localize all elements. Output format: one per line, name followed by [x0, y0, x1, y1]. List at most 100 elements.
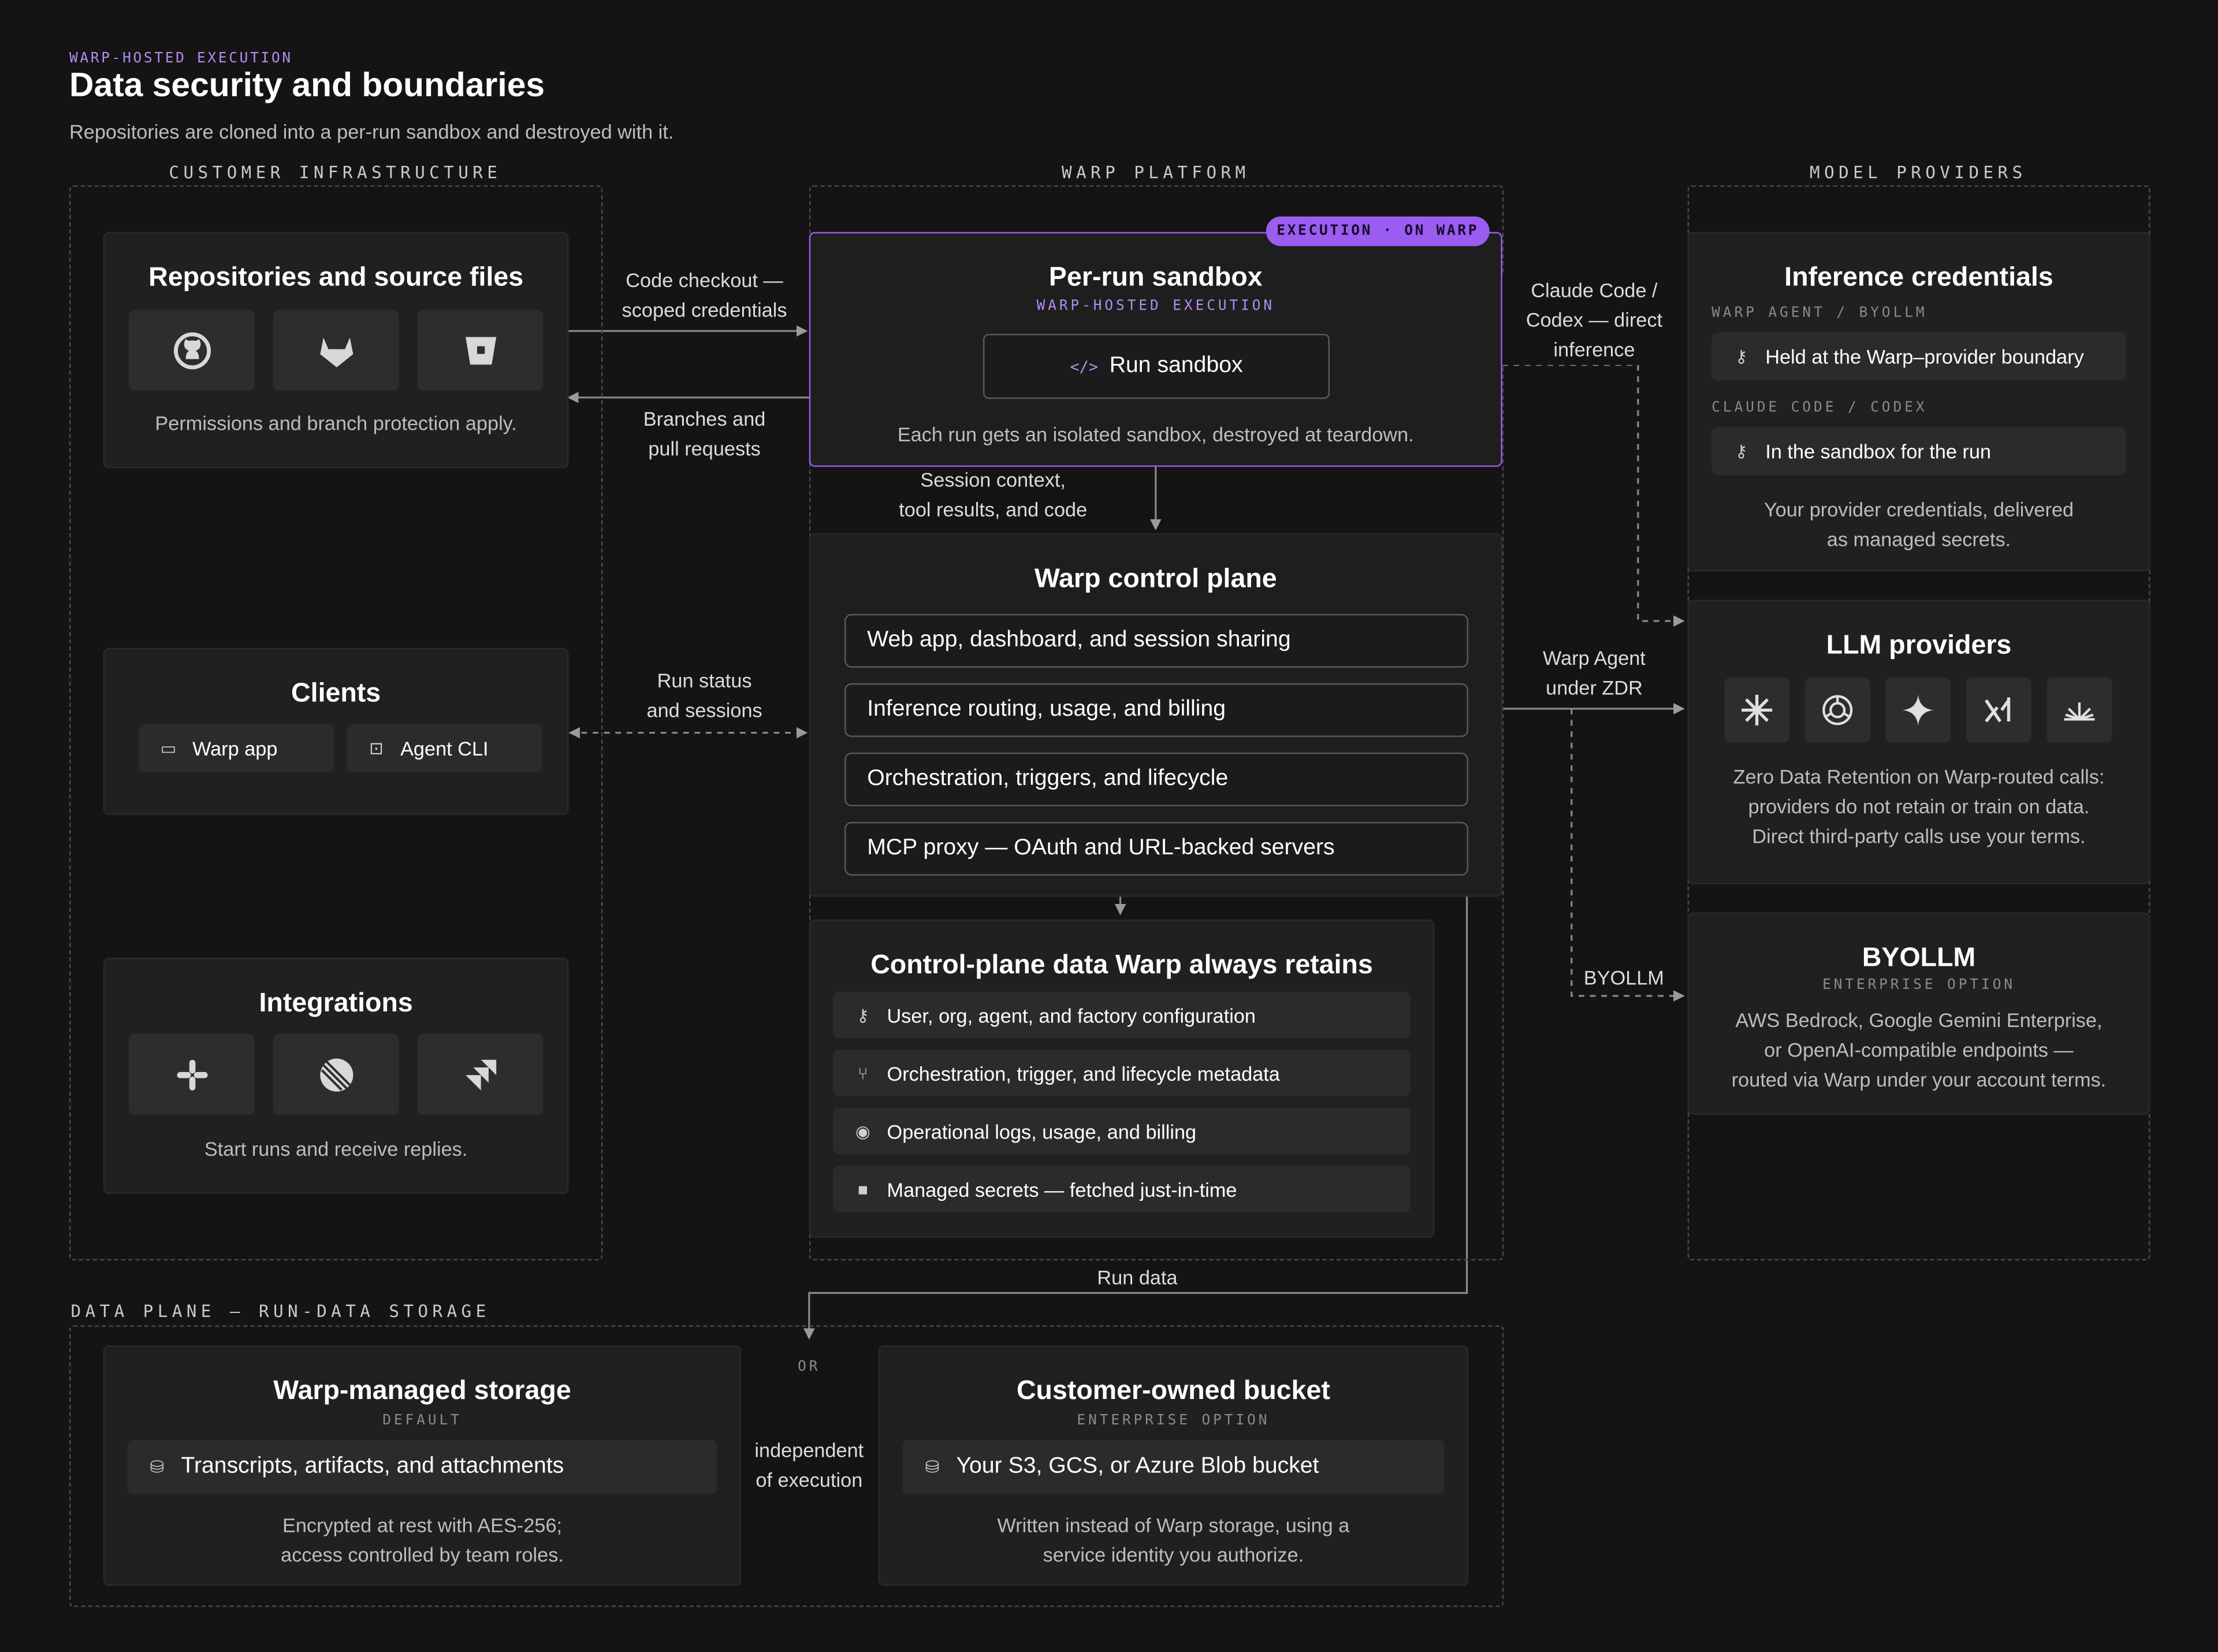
xai-icon: [1966, 678, 2031, 743]
edge-label-line: Code checkout —: [626, 269, 783, 292]
inference-credentials-note-1: Your provider credentials, delivered: [1763, 498, 2074, 521]
or-label: OR: [798, 1359, 821, 1375]
sandbox-tag: WARP-HOSTED EXECUTION: [1036, 298, 1275, 314]
client-warp-app-label: Warp app: [192, 736, 278, 760]
page-title: Data security and boundaries: [69, 66, 545, 105]
credentials-row-sandbox: ⚷ In the sandbox for the run: [1711, 427, 2126, 475]
sandbox-card: Per-run sandbox WARP-HOSTED EXECUTION </…: [809, 232, 1502, 467]
edge-label-line: tool results, and code: [899, 498, 1088, 521]
edge-label-run-status: Run status and sessions: [591, 666, 818, 725]
retained-item-label: Managed secrets — fetched just-in-time: [887, 1177, 1237, 1200]
customer-bucket-tag: ENTERPRISE OPTION: [1077, 1413, 1270, 1429]
linear-icon: [273, 1034, 399, 1115]
edge-label-line: Codex — direct: [1525, 308, 1663, 332]
warp-storage-card: Warp-managed storage DEFAULT ⛁ Transcript…: [103, 1345, 742, 1586]
customer-bucket-note-2: service identity you authorize.: [1043, 1543, 1304, 1567]
edge-label-line: and sessions: [646, 698, 762, 721]
client-warp-app[interactable]: ▭ Warp app: [139, 724, 334, 773]
retained-item-logs: ◉ Operational logs, usage, and billing: [833, 1107, 1411, 1155]
edge-label-line: Branches and: [643, 407, 766, 430]
edge-label-line: Claude Code /: [1531, 278, 1658, 302]
branch-icon: ⑂: [858, 1063, 868, 1083]
laptop-icon: ▭: [160, 738, 177, 758]
byollm-note-2: or OpenAI-compatible endpoints —: [1764, 1038, 2074, 1061]
client-agent-cli-label: Agent CLI: [400, 736, 489, 760]
retained-data-card: Control-plane data Warp always retains ⚷…: [809, 919, 1435, 1238]
column-label-warp: WARP PLATFORM: [1062, 162, 1250, 183]
warp-storage-row-label: Transcripts, artifacts, and attachments: [181, 1454, 564, 1479]
column-label-customer: CUSTOMER INFRASTRUCTURE: [169, 162, 502, 183]
warp-storage-title: Warp-managed storage: [273, 1376, 571, 1407]
key-icon: ⚷: [1735, 347, 1748, 367]
eye-icon: ◉: [855, 1121, 870, 1141]
llm-providers-note-2: providers do not retain or train on data…: [1748, 795, 2090, 818]
integrations-card: Integrations Start runs and receive repl…: [103, 957, 569, 1194]
edge-label-byollm: BYOLLM: [1583, 966, 1665, 989]
warp-storage-tag: DEFAULT: [382, 1413, 462, 1429]
customer-bucket-title: Customer-owned bucket: [1016, 1376, 1330, 1407]
retained-data-title: Control-plane data Warp always retains: [870, 950, 1373, 981]
execution-badge: EXECUTION · ON WARP: [1266, 216, 1490, 247]
customer-bucket-row-label: Your S3, GCS, or Azure Blob bucket: [956, 1454, 1319, 1479]
data-plane-label: DATA PLANE — RUN-DATA STORAGE: [70, 1301, 490, 1322]
control-plane-row-inference: Inference routing, usage, and billing: [844, 683, 1469, 737]
inference-credentials-card: Inference credentials WARP AGENT / BYOLL…: [1687, 232, 2150, 572]
edge-label-line: Session context,: [920, 468, 1066, 491]
edge-label-line: Warp Agent: [1543, 646, 1646, 669]
integrations-note: Start runs and receive replies.: [204, 1137, 468, 1160]
edge-label-branches: Branches and pull requests: [591, 404, 818, 464]
edge-label-line: independent: [754, 1438, 864, 1461]
byollm-tag: ENTERPRISE OPTION: [1822, 977, 2016, 994]
arrow-byollm: [1571, 708, 1685, 1002]
credentials-tag-claude-code: CLAUDE CODE / CODEX: [1711, 400, 1927, 416]
edge-label-warp-zdr: Warp Agent under ZDR: [1516, 643, 1672, 703]
run-sandbox-label: Run sandbox: [1109, 354, 1243, 378]
retained-item-orchestration: ⑂ Orchestration, trigger, and lifecycle m…: [833, 1050, 1411, 1096]
edge-label-line: Run status: [657, 669, 752, 692]
edge-label-line: inference: [1553, 338, 1635, 361]
lock-icon: ■: [858, 1179, 868, 1199]
database-icon: ⛁: [925, 1457, 940, 1477]
page-subtitle: Repositories are cloned into a per-run s…: [69, 120, 674, 143]
clients-card: Clients ▭ Warp app ⊡ Agent CLI: [103, 648, 569, 815]
clients-title: Clients: [291, 679, 381, 709]
github-icon: [128, 310, 255, 390]
arrow-claude-direct: [1502, 364, 1685, 627]
repositories-title: Repositories and source files: [148, 263, 524, 293]
other-provider-icon: [2046, 678, 2112, 743]
run-sandbox-button[interactable]: </> Run sandbox: [983, 333, 1330, 399]
llm-providers-card: LLM providers Zero Data Retention on War…: [1687, 600, 2150, 884]
client-agent-cli[interactable]: ⊡ Agent CLI: [347, 724, 542, 773]
control-plane-row-orchestration: Orchestration, triggers, and lifecycle: [844, 752, 1469, 806]
customer-bucket-row: ⛁ Your S3, GCS, or Azure Blob bucket: [902, 1440, 1445, 1494]
inference-credentials-note-2: as managed secrets.: [1826, 527, 2011, 550]
credentials-tag-warp-agent: WARP AGENT / BYOLLM: [1711, 305, 1927, 321]
control-plane-row-mcp-proxy: MCP proxy — OAuth and URL-backed servers: [844, 821, 1469, 876]
edge-label-claude-direct: Claude Code / Codex — direct inference: [1502, 276, 1687, 365]
slack-icon: [128, 1034, 255, 1115]
llm-providers-title: LLM providers: [1826, 631, 2012, 661]
credentials-row-label: Held at the Warp–provider boundary: [1765, 345, 2084, 368]
repositories-card: Repositories and source files Permission…: [103, 232, 569, 468]
warp-storage-row: ⛁ Transcripts, artifacts, and attachments: [127, 1440, 717, 1494]
edge-label-line: scoped credentials: [622, 298, 787, 321]
bitbucket-icon: [417, 310, 544, 390]
edge-label-line: pull requests: [648, 437, 761, 460]
edge-label-independent: independent of execution: [741, 1436, 877, 1495]
header-eyebrow: WARP-HOSTED EXECUTION: [69, 51, 293, 67]
edge-label-line: of execution: [756, 1468, 863, 1491]
edge-label-session-context: Session context, tool results, and code: [863, 466, 1123, 525]
byollm-note-1: AWS Bedrock, Google Gemini Enterprise,: [1735, 1009, 2102, 1032]
retained-item-secrets: ■ Managed secrets — fetched just-in-time: [833, 1165, 1411, 1212]
customer-bucket-card: Customer-owned bucket ENTERPRISE OPTION …: [878, 1345, 1469, 1586]
edge-label-code-checkout: Code checkout — scoped credentials: [591, 266, 818, 325]
code-icon: </>: [1070, 357, 1099, 376]
byollm-title: BYOLLM: [1862, 943, 1976, 973]
llm-providers-note-1: Zero Data Retention on Warp-routed calls…: [1733, 765, 2105, 788]
retained-item-label: Orchestration, trigger, and lifecycle me…: [887, 1061, 1280, 1085]
gemini-icon: [1885, 678, 1951, 743]
control-plane-card: Warp control plane Web app, dashboard, a…: [809, 533, 1502, 897]
openai-icon: [1804, 678, 1870, 743]
retained-item-label: Operational logs, usage, and billing: [887, 1119, 1197, 1143]
gitlab-icon: [273, 310, 399, 390]
